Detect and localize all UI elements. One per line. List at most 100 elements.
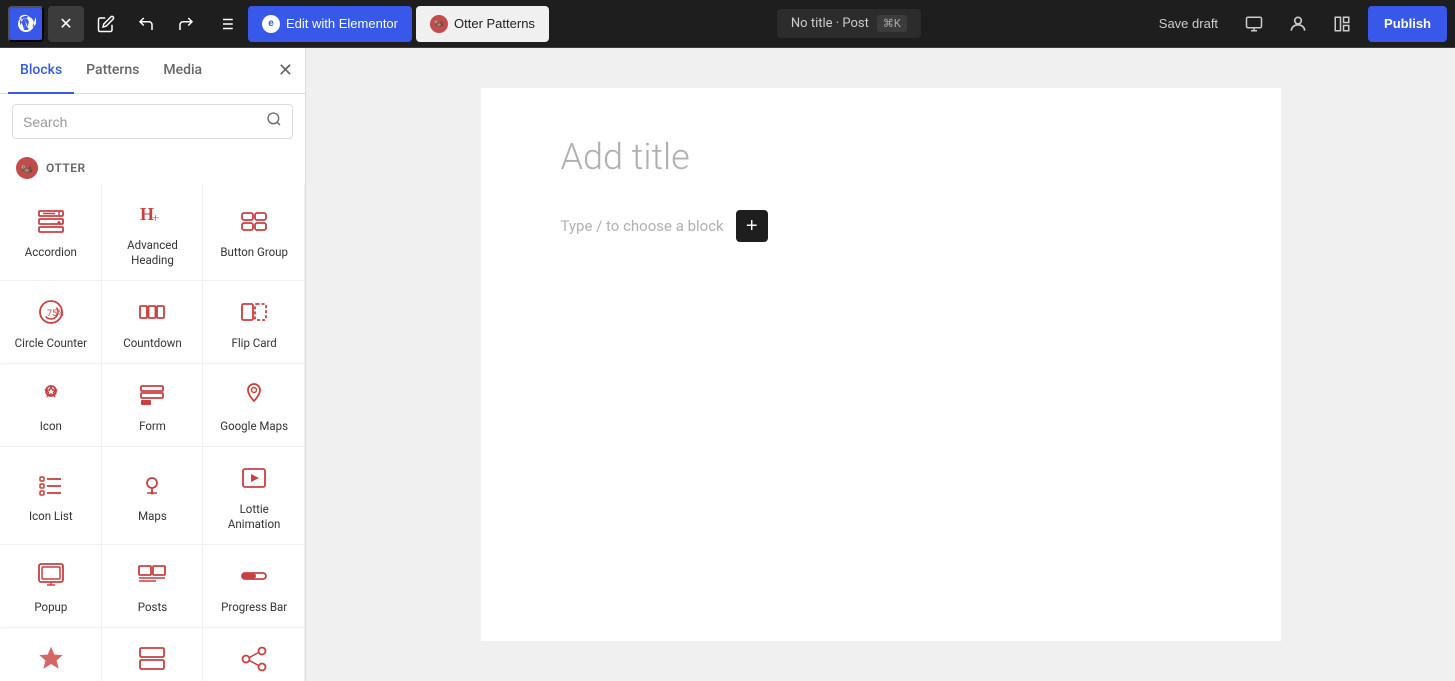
form-label: Form xyxy=(139,419,166,434)
edit-elementor-button[interactable]: e Edit with Elementor xyxy=(248,6,412,42)
wp-logo-icon xyxy=(16,14,36,34)
undo-icon xyxy=(137,15,155,33)
maps-icon xyxy=(134,467,170,503)
flip-card-icon xyxy=(236,294,272,330)
block-item-icon[interactable]: Icon xyxy=(0,364,102,447)
circle-counter-label: Circle Counter xyxy=(15,336,87,351)
block-item-accordion[interactable]: Accordion xyxy=(0,183,102,281)
view-button[interactable] xyxy=(1236,6,1272,42)
block-item-sharing[interactable]: Sharing xyxy=(203,628,305,681)
tab-patterns[interactable]: Patterns xyxy=(74,48,151,94)
wp-logo-button[interactable] xyxy=(8,6,44,42)
elementor-icon: e xyxy=(262,15,280,33)
toolbar-left: ✕ e xyxy=(8,6,549,42)
tab-media[interactable]: Media xyxy=(151,48,214,94)
post-title-area[interactable]: No title · Post ⌘K xyxy=(777,9,921,38)
otter-patterns-label: Otter Patterns xyxy=(454,16,535,31)
redo-button[interactable] xyxy=(168,6,204,42)
tab-blocks[interactable]: Blocks xyxy=(8,48,74,94)
pen-icon xyxy=(97,15,115,33)
main-layout: Blocks Patterns Media ✕ 🦦 OTTER Accordio… xyxy=(0,48,1455,681)
otter-patterns-button[interactable]: 🦦 Otter Patterns xyxy=(416,6,549,42)
edit-elementor-label: Edit with Elementor xyxy=(286,16,398,31)
block-item-maps[interactable]: Maps xyxy=(102,447,204,545)
sharing-icon xyxy=(236,641,272,677)
icon-icon xyxy=(33,377,69,413)
sidebar-close-button[interactable]: ✕ xyxy=(274,56,297,85)
posts-icon xyxy=(134,558,170,594)
accordion-label: Accordion xyxy=(25,245,77,260)
search-icon xyxy=(266,111,282,127)
svg-text:+: + xyxy=(152,210,159,225)
countdown-label: Countdown xyxy=(123,336,182,351)
lottie-animation-icon xyxy=(236,460,272,496)
search-input[interactable] xyxy=(23,114,258,130)
block-item-circle-counter[interactable]: 75% Circle Counter xyxy=(0,281,102,364)
block-item-form[interactable]: Form xyxy=(102,364,204,447)
toolbar: ✕ e xyxy=(0,0,1455,48)
block-item-button-group[interactable]: Button Group xyxy=(203,183,305,281)
redo-icon xyxy=(177,15,195,33)
button-group-icon xyxy=(236,203,272,239)
layout-button[interactable] xyxy=(1324,6,1360,42)
accordion-icon xyxy=(33,203,69,239)
popup-label: Popup xyxy=(34,600,67,615)
icon-label: Icon xyxy=(40,419,62,434)
edit-pen-button[interactable] xyxy=(88,6,124,42)
google-maps-label: Google Maps xyxy=(220,419,288,434)
undo-button[interactable] xyxy=(128,6,164,42)
add-block-button[interactable]: + xyxy=(736,210,768,242)
otter-section-avatar: 🦦 xyxy=(16,157,38,179)
block-item-google-maps[interactable]: Google Maps xyxy=(203,364,305,447)
sidebar-tabs: Blocks Patterns Media ✕ xyxy=(0,48,305,94)
layout-icon xyxy=(1333,15,1351,33)
block-item-popup[interactable]: Popup xyxy=(0,545,102,628)
block-item-progress-bar[interactable]: Progress Bar xyxy=(203,545,305,628)
popup-icon xyxy=(33,558,69,594)
google-maps-icon xyxy=(236,377,272,413)
posts-label: Posts xyxy=(138,600,167,615)
post-title-text: No title · Post xyxy=(791,16,869,31)
close-button[interactable]: ✕ xyxy=(48,6,84,42)
otter-section-header: 🦦 OTTER xyxy=(0,149,305,183)
block-item-advanced-heading[interactable]: H+Advanced Heading xyxy=(102,183,204,281)
block-item-lottie-animation[interactable]: Lottie Animation xyxy=(203,447,305,545)
save-draft-button[interactable]: Save draft xyxy=(1149,10,1228,37)
progress-bar-label: Progress Bar xyxy=(221,600,287,615)
circle-counter-icon: 75% xyxy=(33,294,69,330)
block-item-countdown[interactable]: Countdown xyxy=(102,281,204,364)
icon-list-label: Icon List xyxy=(29,509,73,524)
review-icon xyxy=(33,641,69,677)
svg-text:75%: 75% xyxy=(47,309,64,319)
block-prompt-text: Type / to choose a block xyxy=(561,217,724,235)
search-button[interactable] xyxy=(266,111,282,132)
block-item-icon-list[interactable]: Icon List xyxy=(0,447,102,545)
list-view-button[interactable] xyxy=(208,6,244,42)
publish-button[interactable]: Publish xyxy=(1368,6,1447,42)
block-item-flip-card[interactable]: Flip Card xyxy=(203,281,305,364)
account-icon xyxy=(1288,14,1308,34)
editor-area: Add title Type / to choose a block + xyxy=(306,48,1455,681)
button-group-label: Button Group xyxy=(220,245,288,260)
flip-card-label: Flip Card xyxy=(232,336,277,351)
add-title-placeholder[interactable]: Add title xyxy=(561,136,1201,178)
lottie-animation-label: Lottie Animation xyxy=(212,502,296,532)
block-item-section[interactable]: Section xyxy=(102,628,204,681)
toolbar-right: Save draft Publish xyxy=(1149,6,1447,42)
toolbar-center: No title · Post ⌘K xyxy=(553,9,1145,38)
search-box xyxy=(12,104,293,139)
editor-canvas: Add title Type / to choose a block + xyxy=(481,88,1281,641)
advanced-heading-label: Advanced Heading xyxy=(111,238,195,268)
progress-bar-icon xyxy=(236,558,272,594)
maps-label: Maps xyxy=(138,509,167,524)
monitor-icon xyxy=(1245,15,1263,33)
block-item-review[interactable]: Review xyxy=(0,628,102,681)
otter-avatar-icon: 🦦 xyxy=(430,15,448,33)
sidebar: Blocks Patterns Media ✕ 🦦 OTTER Accordio… xyxy=(0,48,306,681)
blocks-grid: AccordionH+Advanced HeadingButton Group7… xyxy=(0,183,305,681)
block-prompt-area: Type / to choose a block + xyxy=(561,210,1201,242)
countdown-icon xyxy=(134,294,170,330)
account-button[interactable] xyxy=(1280,6,1316,42)
list-icon xyxy=(217,15,235,33)
block-item-posts[interactable]: Posts xyxy=(102,545,204,628)
